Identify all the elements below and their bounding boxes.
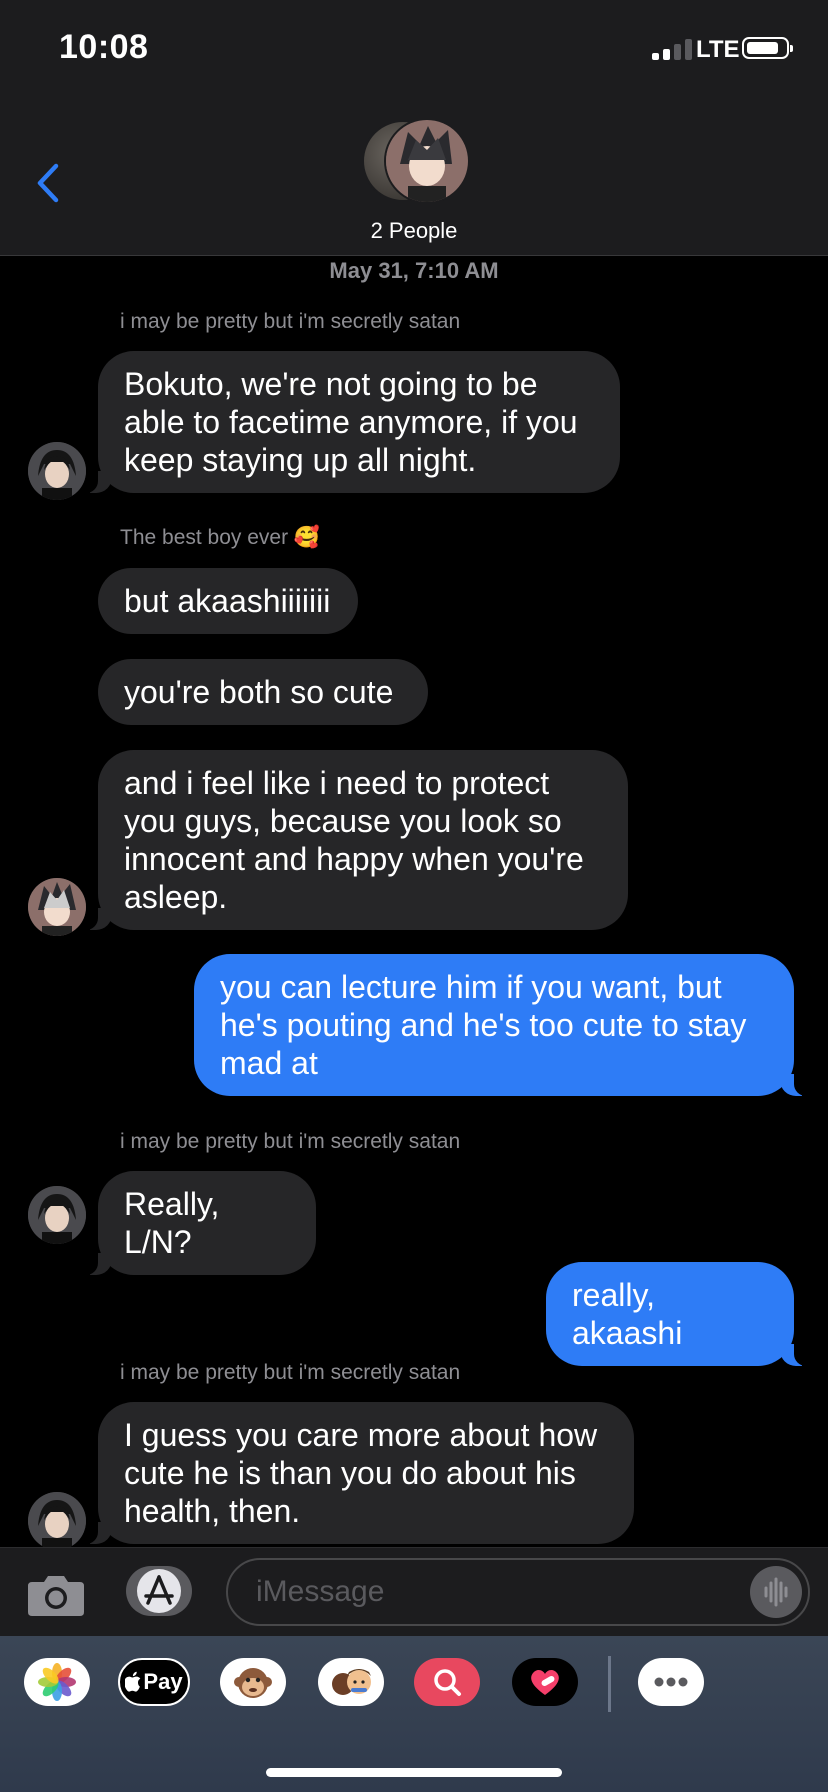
message-bubble-outgoing[interactable]: you can lecture him if you want, but he'… xyxy=(194,954,812,1096)
conversation-header: 10:08 LTE 2 People xyxy=(0,0,828,256)
more-apps-icon[interactable] xyxy=(638,1658,704,1706)
message-bubble-outgoing[interactable]: really, akaashi xyxy=(546,1262,812,1366)
apple-pay-button[interactable]: Pay xyxy=(118,1658,190,1706)
message-bubble[interactable]: Really, L/N? xyxy=(80,1171,316,1275)
drawer-separator xyxy=(608,1656,611,1712)
message-bubble[interactable]: Bokuto, we're not going to be able to fa… xyxy=(80,351,620,493)
sender-name: The best boy ever 🥰 xyxy=(120,526,321,549)
audio-message-icon[interactable] xyxy=(750,1566,802,1618)
message-bubble[interactable]: you're both so cute xyxy=(98,659,428,725)
compose-bar xyxy=(0,1547,828,1636)
imessage-input[interactable] xyxy=(226,1558,810,1626)
member-avatar-bokuto xyxy=(384,118,470,204)
animoji-icon[interactable] xyxy=(220,1658,286,1706)
avatar-bokuto[interactable] xyxy=(28,878,86,936)
cellular-signal-icon xyxy=(652,38,692,60)
avatar-akaashi[interactable] xyxy=(28,1186,86,1244)
app-store-icon[interactable] xyxy=(126,1566,192,1616)
network-type: LTE xyxy=(696,36,740,63)
message-bubble[interactable]: I guess you care more about how cute he … xyxy=(80,1402,634,1544)
imessage-app-drawer: Pay xyxy=(0,1636,828,1792)
memoji-icon[interactable] xyxy=(318,1658,384,1706)
back-chevron-icon[interactable] xyxy=(30,160,66,206)
sender-name: i may be pretty but i'm secretly satan xyxy=(120,1130,461,1153)
apple-logo-icon xyxy=(125,1671,141,1692)
battery-icon xyxy=(742,37,793,59)
photos-icon[interactable] xyxy=(24,1658,90,1706)
sender-name: i may be pretty but i'm secretly satan xyxy=(120,1361,461,1384)
group-avatar[interactable] xyxy=(362,118,470,204)
heart-app-icon[interactable] xyxy=(512,1658,578,1706)
date-stamp: May 31, 7:10 AM xyxy=(329,258,499,283)
group-member-count[interactable]: 2 People xyxy=(0,218,828,244)
status-time: 10:08 xyxy=(59,28,149,66)
avatar-akaashi[interactable] xyxy=(28,442,86,500)
home-indicator[interactable] xyxy=(266,1768,562,1777)
camera-icon[interactable] xyxy=(26,1572,86,1616)
message-bubble[interactable]: but akaashiiiiiii xyxy=(98,568,358,634)
message-bubble[interactable]: and i feel like i need to protect you gu… xyxy=(80,750,628,930)
image-search-icon[interactable] xyxy=(414,1658,480,1706)
sender-name: i may be pretty but i'm secretly satan xyxy=(120,310,461,333)
avatar-akaashi[interactable] xyxy=(28,1492,86,1550)
apple-pay-label: Pay xyxy=(143,1669,183,1694)
